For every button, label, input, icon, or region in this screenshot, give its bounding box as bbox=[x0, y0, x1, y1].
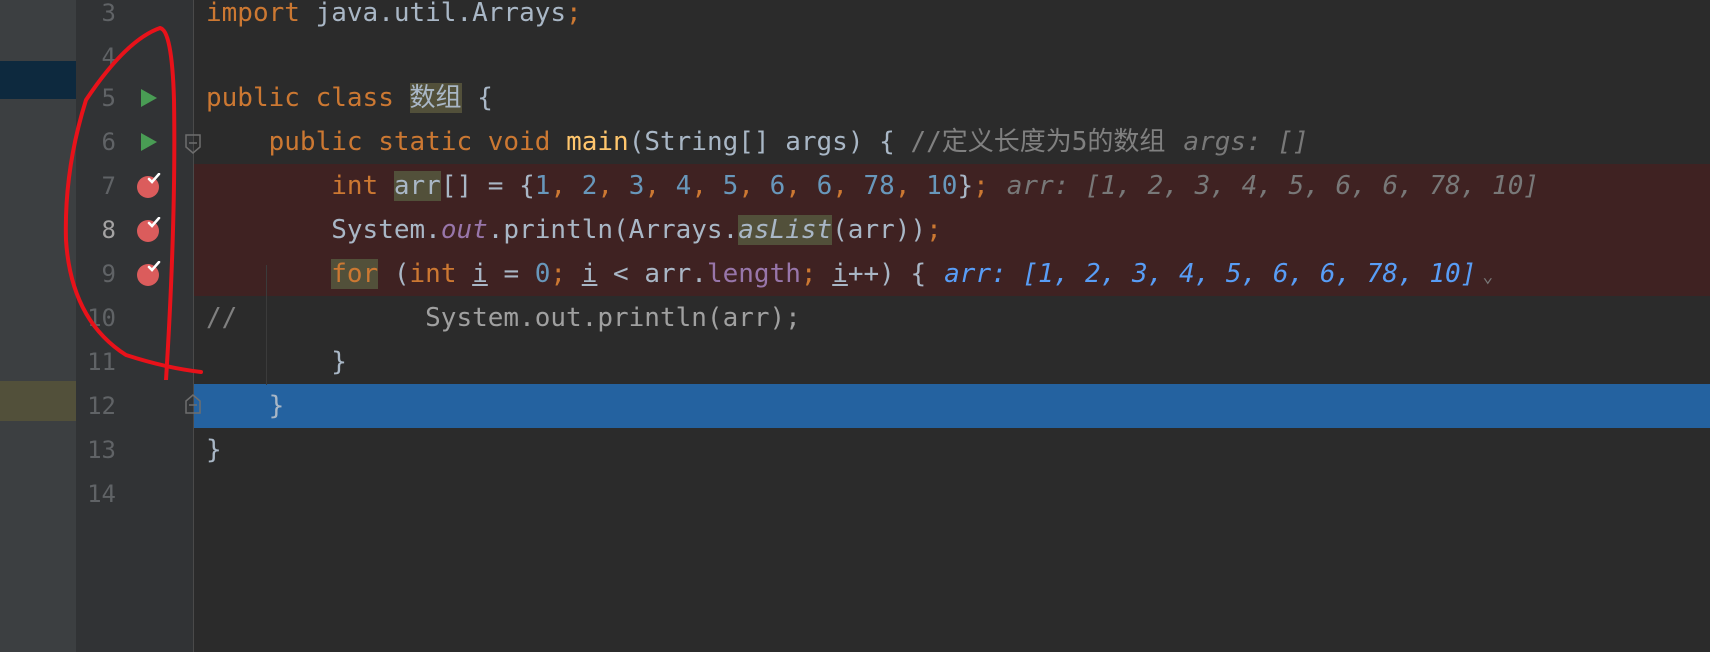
breakpoint-verified-icon[interactable] bbox=[136, 261, 162, 287]
paren: ( bbox=[378, 259, 410, 289]
method-name-main[interactable]: main bbox=[566, 127, 629, 157]
import-path: java.util.Arrays bbox=[299, 0, 567, 28]
number: 10 bbox=[926, 171, 958, 201]
variable-i[interactable]: i bbox=[472, 259, 488, 289]
code-line-7[interactable]: int arr[] = {1, 2, 3, 4, 5, 6, 6, 78, 10… bbox=[194, 164, 1710, 208]
field-length: length bbox=[706, 259, 801, 289]
code-line-11[interactable]: } bbox=[194, 340, 1710, 384]
code-line-14[interactable] bbox=[194, 472, 1710, 516]
keyword-class: class bbox=[315, 83, 394, 113]
line-number[interactable]: 9 bbox=[76, 252, 116, 296]
keyword-public: public bbox=[206, 83, 300, 113]
inline-debug-hint-args: args: [] bbox=[1183, 127, 1309, 157]
number: 6 bbox=[769, 171, 786, 201]
open-brace: { bbox=[477, 83, 493, 113]
system-class: System. bbox=[331, 215, 441, 245]
number: 2 bbox=[581, 171, 598, 201]
array-decl: [] = { bbox=[440, 171, 535, 201]
keyword-for: for bbox=[331, 259, 379, 289]
fold-collapse-icon[interactable] bbox=[184, 133, 202, 155]
chevron-down-icon[interactable]: ⌄ bbox=[1482, 266, 1493, 287]
increment: ++) { bbox=[847, 259, 927, 289]
call-args: (arr)) bbox=[832, 215, 927, 245]
indent-guide bbox=[266, 265, 267, 385]
semicolon: ; bbox=[926, 215, 942, 245]
code-line-4[interactable] bbox=[194, 35, 1710, 79]
code-line-5[interactable]: public class 数组 { bbox=[194, 76, 1710, 120]
number: 3 bbox=[628, 171, 645, 201]
commented-code: System.out.println(arr); bbox=[237, 303, 801, 333]
line-comment: //定义长度为5的数组 bbox=[910, 127, 1166, 157]
semicolon: ; bbox=[800, 259, 817, 289]
number: 5 bbox=[722, 171, 739, 201]
semicolon: ; bbox=[550, 259, 567, 289]
code-line-13[interactable]: } bbox=[194, 428, 1710, 472]
line-number[interactable]: 14 bbox=[76, 472, 116, 516]
keyword-public: public bbox=[268, 127, 363, 157]
main-params: (String[] args) { bbox=[628, 127, 895, 157]
line-number[interactable]: 6 bbox=[76, 120, 116, 164]
close-brace: } bbox=[331, 347, 347, 377]
line-number[interactable]: 11 bbox=[76, 340, 116, 384]
fold-end-icon[interactable] bbox=[184, 393, 202, 415]
inline-debug-hint-arr: arr: [1, 2, 3, 4, 5, 6, 6, 78, 10] bbox=[1006, 171, 1539, 201]
breakpoint-verified-icon[interactable] bbox=[136, 217, 162, 243]
code-line-6[interactable]: public static void main(String[] args) {… bbox=[194, 120, 1710, 164]
close-brace: } bbox=[268, 391, 285, 421]
semicolon: ; bbox=[566, 0, 582, 28]
keyword-import: import bbox=[206, 0, 300, 28]
code-line-12[interactable]: } bbox=[194, 384, 1710, 428]
number: 78 bbox=[863, 171, 895, 201]
project-panel-selected-row[interactable] bbox=[0, 61, 76, 99]
code-line-8[interactable]: System.out.println(Arrays.asList(arr)); bbox=[194, 208, 1710, 252]
keyword-static: static bbox=[378, 127, 473, 157]
keyword-int: int bbox=[409, 259, 457, 289]
breakpoint-verified-icon[interactable] bbox=[136, 173, 162, 199]
variable-arr[interactable]: arr bbox=[393, 171, 441, 201]
class-name[interactable]: 数组 bbox=[409, 83, 462, 113]
method-aslist[interactable]: asList bbox=[738, 215, 833, 245]
number-zero: 0 bbox=[534, 259, 551, 289]
code-editor[interactable]: import java.util.Arrays; public class 数组… bbox=[194, 0, 1710, 652]
line-number[interactable]: 3 bbox=[76, 0, 116, 35]
line-number[interactable]: 13 bbox=[76, 428, 116, 472]
close-brace: } bbox=[957, 171, 974, 201]
field-out: out bbox=[440, 215, 488, 245]
code-line-9[interactable]: for (int i = 0; i < arr.length; i++) {ar… bbox=[194, 252, 1710, 296]
less-than: < arr. bbox=[597, 259, 707, 289]
keyword-int: int bbox=[331, 171, 379, 201]
line-number[interactable]: 5 bbox=[76, 76, 116, 120]
number: 4 bbox=[675, 171, 692, 201]
comment-mark: // bbox=[206, 303, 238, 333]
line-number[interactable]: 7 bbox=[76, 164, 116, 208]
variable-i[interactable]: i bbox=[582, 259, 598, 289]
number: 1 bbox=[534, 171, 551, 201]
line-number[interactable]: 8 bbox=[76, 208, 116, 252]
run-icon[interactable] bbox=[136, 130, 160, 154]
line-number[interactable]: 12 bbox=[76, 384, 116, 428]
project-panel-edge bbox=[0, 0, 76, 652]
line-number[interactable]: 4 bbox=[76, 35, 116, 79]
number: 6 bbox=[816, 171, 833, 201]
inline-debug-hint-arr-current[interactable]: arr: [1, 2, 3, 4, 5, 6, 6, 78, 10] bbox=[944, 259, 1476, 289]
run-icon[interactable] bbox=[136, 86, 160, 110]
line-number[interactable]: 10 bbox=[76, 296, 116, 340]
project-panel-highlight-row[interactable] bbox=[0, 381, 76, 421]
keyword-void: void bbox=[487, 127, 551, 157]
semicolon: ; bbox=[973, 171, 989, 201]
close-brace: } bbox=[206, 435, 222, 465]
variable-i[interactable]: i bbox=[832, 259, 848, 289]
code-line-10[interactable]: // System.out.println(arr); bbox=[194, 296, 1710, 340]
code-line-3[interactable]: import java.util.Arrays; bbox=[194, 0, 1710, 35]
assign: = bbox=[487, 259, 535, 289]
println-call: .println(Arrays. bbox=[487, 215, 739, 245]
